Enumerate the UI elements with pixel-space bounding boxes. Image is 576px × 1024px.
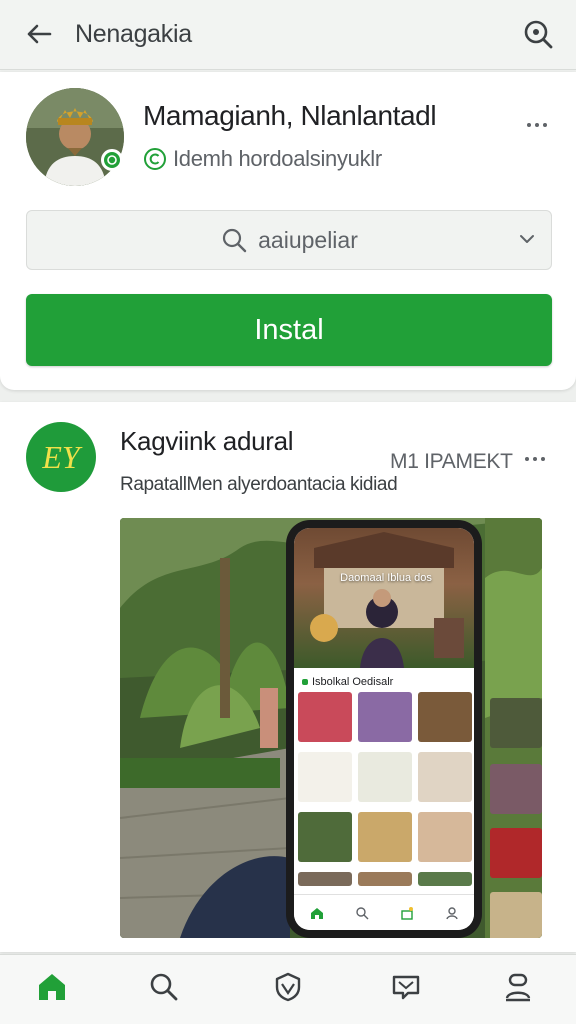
search-icon[interactable] bbox=[144, 967, 184, 1007]
home-icon[interactable] bbox=[310, 906, 324, 920]
developer-subtitle: Idemh hordoalsinyuklr bbox=[143, 146, 382, 172]
grid-tile[interactable] bbox=[358, 752, 412, 802]
install-button[interactable]: Instal bbox=[26, 294, 552, 366]
preview-tile bbox=[490, 764, 542, 814]
developer-avatar[interactable] bbox=[26, 88, 124, 186]
copyright-circle-icon bbox=[144, 148, 166, 170]
app-tag: M1 IPAMEKT bbox=[390, 450, 513, 473]
grid-tile[interactable] bbox=[418, 812, 472, 862]
search-icon[interactable] bbox=[355, 906, 369, 920]
app-name[interactable]: Kagviink adural bbox=[120, 426, 294, 457]
grid-tile[interactable] bbox=[418, 752, 472, 802]
app-logo[interactable]: EY bbox=[26, 422, 96, 492]
grid-tile[interactable] bbox=[358, 872, 412, 886]
grid-tile[interactable] bbox=[298, 692, 352, 742]
hero-title: Daomaal Iblua dos bbox=[340, 572, 432, 584]
grid-tile[interactable] bbox=[298, 752, 352, 802]
home-icon[interactable] bbox=[32, 967, 72, 1007]
chat-icon[interactable] bbox=[386, 967, 426, 1007]
bottom-navigation bbox=[0, 954, 576, 1024]
verified-badge-icon bbox=[101, 149, 123, 171]
preview-tile bbox=[490, 698, 542, 748]
grid-tile[interactable] bbox=[358, 812, 412, 862]
app-description: RapatallMen alyerdoantacia kidiad bbox=[120, 474, 398, 495]
search-icon bbox=[223, 228, 247, 253]
top-app-bar: Nenagakia bbox=[0, 0, 576, 70]
grid-tile[interactable] bbox=[298, 812, 352, 862]
preview-tile bbox=[490, 828, 542, 878]
gift-icon[interactable] bbox=[400, 906, 414, 920]
profile-icon[interactable] bbox=[498, 967, 538, 1007]
profile-icon[interactable] bbox=[445, 906, 459, 920]
grid-tile[interactable] bbox=[358, 692, 412, 742]
grid-tile[interactable] bbox=[298, 872, 352, 886]
search-icon[interactable] bbox=[520, 16, 556, 52]
section-title: Isbolkal Oedisalr bbox=[302, 676, 393, 688]
grid-tile[interactable] bbox=[418, 872, 472, 886]
developer-card: Mamagianh, Nlanlantadl Idemh hordoalsiny… bbox=[0, 72, 576, 390]
chevron-down-icon bbox=[520, 235, 534, 243]
phone-bottom-nav bbox=[294, 894, 474, 930]
phone-mockup: Daomaal Iblua dos Isbolkal Oedisalr bbox=[286, 520, 482, 938]
more-options-icon[interactable] bbox=[522, 110, 552, 140]
back-arrow-icon[interactable] bbox=[22, 17, 56, 51]
grid-tile[interactable] bbox=[418, 692, 472, 742]
hero-image: Daomaal Iblua dos bbox=[294, 528, 474, 668]
developer-name: Mamagianh, Nlanlantadl bbox=[143, 100, 437, 131]
more-options-icon[interactable] bbox=[520, 444, 550, 474]
dropdown-label: aaiupeliar bbox=[258, 226, 358, 253]
shield-icon[interactable] bbox=[268, 967, 308, 1007]
section-marker bbox=[302, 679, 308, 685]
search-dropdown[interactable]: aaiupeliar bbox=[26, 210, 552, 270]
phone-screen: Daomaal Iblua dos Isbolkal Oedisalr bbox=[294, 528, 474, 930]
preview-tile bbox=[490, 892, 542, 938]
app-card: EY Kagviink adural M1 IPAMEKT RapatallMe… bbox=[0, 402, 576, 952]
section-title-text: Isbolkal Oedisalr bbox=[312, 676, 394, 688]
app-screenshot-banner[interactable]: Daomaal Iblua dos Isbolkal Oedisalr bbox=[120, 518, 542, 938]
developer-subtitle-text: Idemh hordoalsinyuklr bbox=[173, 146, 382, 171]
app-bar-title: Nenagakia bbox=[75, 20, 192, 48]
